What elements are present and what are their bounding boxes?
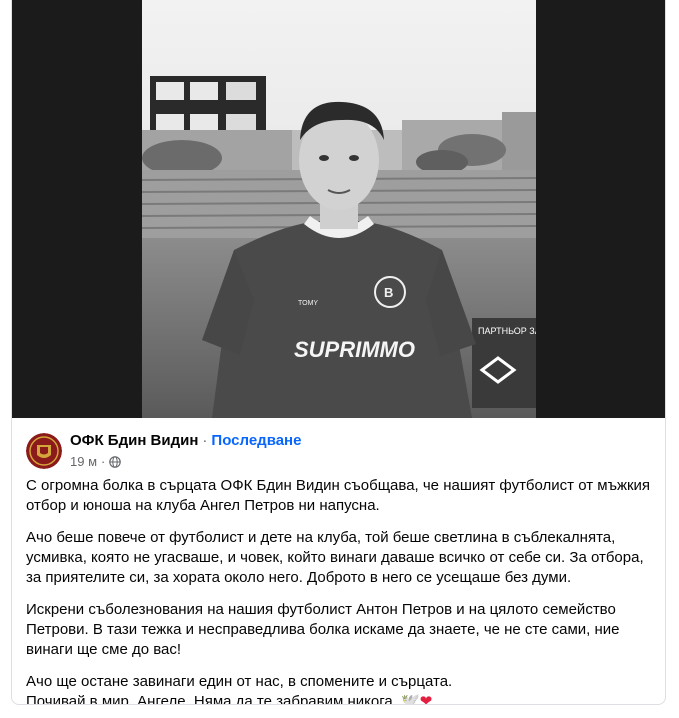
- dove-emoji: 🕊️: [401, 693, 420, 705]
- jersey-brand: TOMY: [298, 300, 318, 307]
- post-author-line: ОФК Бдин Видин · Последване: [70, 432, 301, 449]
- post-paragraph-1: С огромна болка в сърцата ОФК Бдин Видин…: [26, 477, 651, 514]
- post-paragraph-3: Искрени съболезнования на нашия футболис…: [26, 601, 620, 658]
- post-card: ПАРТНЬОР ЗА B TOMY SUPRIMMO ОФК Бдин Вид…: [11, 0, 666, 705]
- globe-icon[interactable]: [109, 455, 122, 468]
- post-paragraph-2: Ачо беше повече от футболист и дете на к…: [26, 529, 644, 586]
- meta-separator: ·: [101, 454, 106, 469]
- post-paragraph-4: Ачо ще остане завинаги един от нас, в сп…: [26, 672, 656, 705]
- post-header: ОФК Бдин Видин · Последване 19 м ·: [26, 430, 651, 470]
- heart-emoji: ❤: [419, 693, 433, 705]
- page-name-link[interactable]: ОФК Бдин Видин: [70, 432, 198, 449]
- player-photo-illustration: ПАРТНЬОР ЗА B TOMY SUPRIMMO: [142, 0, 536, 418]
- follow-button[interactable]: Последване: [211, 432, 301, 449]
- post-body: С огромна болка в сърцата ОФК Бдин Видин…: [26, 476, 656, 705]
- post-photo[interactable]: ПАРТНЬОР ЗА B TOMY SUPRIMMO: [142, 0, 536, 418]
- post-media[interactable]: ПАРТНЬОР ЗА B TOMY SUPRIMMO: [12, 0, 665, 418]
- post-timestamp[interactable]: 19 м: [70, 454, 97, 469]
- separator-dot: ·: [202, 432, 208, 449]
- partner-banner-text: ПАРТНЬОР ЗА: [478, 326, 536, 336]
- jersey-sponsor: SUPRIMMO: [294, 337, 415, 362]
- svg-text:B: B: [384, 285, 393, 300]
- post-meta: 19 м ·: [70, 454, 122, 469]
- club-crest-icon: [26, 433, 62, 469]
- page-avatar[interactable]: [26, 433, 62, 469]
